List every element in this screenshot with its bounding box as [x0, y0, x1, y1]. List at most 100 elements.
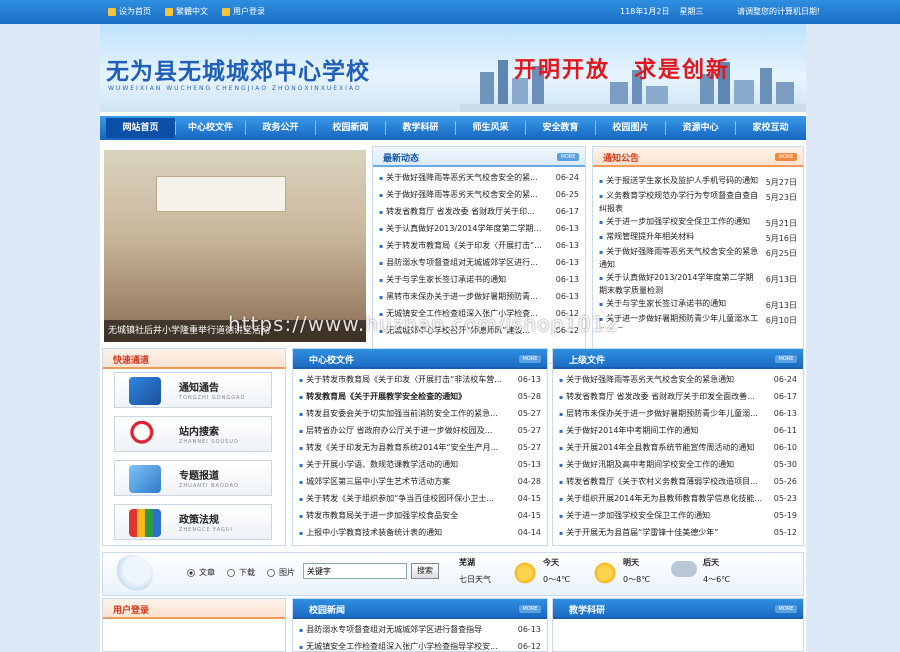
watermark-text: https://www.huzhan.com/ishop1012 [228, 312, 620, 336]
list-item[interactable]: 层转省办公厅 省政府办公厅关于进一步做好校园及...05-27 [299, 422, 541, 439]
date-text: 118年1月2日 [620, 7, 670, 16]
policy-quick-button[interactable]: 政策法规 ZHENGCE FAGUI [114, 504, 272, 540]
list-item[interactable]: 关于组织开展2014年无为县教师教育教学信息化技能...05-23 [559, 490, 797, 507]
list-item[interactable]: 义务教育学校规范办学行为专项督查自查自纠报表5月23日 [599, 190, 797, 216]
latest-news-title: 最新动态 [383, 154, 420, 164]
list-item[interactable]: 关于开展2014年全县教育系统节能宣传周活动的通知06-10 [559, 439, 797, 456]
weather-day-after: 后天 4～6℃ [703, 558, 731, 584]
list-item[interactable]: 关于做好强降雨等恶劣天气校舍安全的紧急通知6月25日 [599, 246, 797, 272]
upper-files-more-button[interactable]: MORE [775, 355, 797, 363]
weather-tomorrow: 明天 0～8℃ [623, 558, 651, 584]
list-item[interactable]: 关于认真做好2013/2014学年度第二学期期末教学质量检测6月13日 [599, 272, 797, 298]
list-item[interactable]: 转发县安委会关于切实加强当前消防安全工作的紧急...05-27 [299, 405, 541, 422]
upper-files-title: 上级文件 [569, 356, 606, 366]
main-nav: 网站首页 中心校文件 政务公开 校园新闻 教学科研 师生风采 安全教育 校园图片… [100, 116, 806, 140]
list-item[interactable]: 转发省教育厅 省发改委 省财政厅关于印...06-17 [379, 203, 579, 220]
nav-home[interactable]: 网站首页 [106, 118, 175, 138]
search-type-image[interactable]: 图片 [267, 567, 295, 578]
weather-today: 今天 0～4℃ [543, 558, 571, 584]
list-item[interactable]: 关于认真做好2013/2014学年度第二学期期...06-13 [379, 220, 579, 237]
search-type-article[interactable]: 文章 [187, 567, 215, 578]
user-icon [222, 7, 230, 16]
list-item[interactable]: 关于进一步加强学校安全保卫工作的通知5月21日 [599, 216, 797, 231]
nav-center-files[interactable]: 中心校文件 [176, 118, 245, 138]
nav-teacher-student[interactable]: 师生风采 [456, 118, 525, 138]
list-item[interactable]: 关于做好汛期及高中考期间学校安全工作的通知05-30 [559, 456, 797, 473]
list-item[interactable]: 县防溺水专项督查组对无城城郊学区进行...06-13 [379, 254, 579, 271]
rain-icon [671, 561, 697, 577]
sunny-icon [513, 561, 537, 585]
news-more-button[interactable]: MORE [557, 153, 579, 161]
list-item[interactable]: 关于转发市教育局《关于印发〈开展打击“...06-13 [379, 237, 579, 254]
school-slogan: 开明开放 求是创新 [514, 57, 731, 83]
list-item[interactable]: 关于进一步做好暑期预防青少年儿童溺水工作专项6月10日 [599, 313, 797, 328]
list-item[interactable]: 关于与学生家长签订承诺书的通知06-13 [379, 271, 579, 288]
list-item[interactable]: 县防溺水专项督查组对无城城郊学区进行督查指导06-13 [299, 621, 541, 638]
list-item[interactable]: 关于开展无为县首届“学雷锋十佳美德少年”05-12 [559, 524, 797, 541]
radio-unchecked-icon [267, 568, 275, 577]
list-item[interactable]: 关于转发市教育局《关于印发〈开展打击“非法校车营...06-13 [299, 371, 541, 388]
list-item[interactable]: 关于做好强降雨等恶劣天气校舍安全的紧急通知06-24 [559, 371, 797, 388]
campus-news-title: 校园新闻 [309, 606, 346, 616]
site-banner: 无为县无城城郊中心学校 WUWEIXIAN WUCHENG CHENGJIAO … [100, 24, 806, 112]
list-item[interactable]: 关于做好强降雨等恶劣天气校舍安全的紧...06-24 [379, 169, 579, 186]
weather-city: 芜湖 七日天气 [459, 558, 491, 584]
nav-resource-center[interactable]: 资源中心 [666, 118, 735, 138]
list-item[interactable]: 关于报送学生家长及监护人手机号码的通知5月27日 [599, 175, 797, 190]
quick-access-title: 快速通道 [113, 356, 150, 366]
list-item[interactable]: 关于转发《关于组织参加“争当百佳校园环保小卫士...04-15 [299, 490, 541, 507]
notice-box: 通知公告 MORE 关于报送学生家长及监护人手机号码的通知5月27日 义务教育学校… [592, 146, 804, 364]
list-item[interactable]: 转发省教育厅 省发改委 省财政厅关于印发全面改善...06-17 [559, 388, 797, 405]
center-files-more-button[interactable]: MORE [519, 355, 541, 363]
site-search-quick-button[interactable]: 站内搜索 ZHANNEI SOUSUO [114, 416, 272, 452]
list-item[interactable]: 城郊学区第三届中小学生艺术节活动方案04-28 [299, 473, 541, 490]
school-title-pinyin: WUWEIXIAN WUCHENG CHENGJIAO ZHONGXINXUEX… [108, 85, 362, 92]
upper-files-box: 上级文件 MORE 关于做好强降雨等恶劣天气校舍安全的紧急通知06-24 转发省教… [552, 348, 804, 546]
nav-teaching-research[interactable]: 教学科研 [386, 118, 455, 138]
nav-home-school[interactable]: 家校互动 [736, 118, 805, 138]
notice-quick-button[interactable]: 通知通告 TONGZHI GONGGAO [114, 372, 272, 408]
teaching-research-title: 教学科研 [569, 606, 606, 616]
book-icon [129, 377, 161, 405]
list-item[interactable]: 关于做好2014年中考期间工作的通知06-11 [559, 422, 797, 439]
list-item[interactable]: 关于与学生家长签订承诺书的通知6月13日 [599, 298, 797, 313]
list-item[interactable]: 转发教育局《关于开展教学安全检查的通知》05-28 [299, 388, 541, 405]
school-title: 无为县无城城郊中心学校 [106, 58, 370, 85]
list-item[interactable]: 转发省教育厅《关于农村义务教育薄弱学校改造项目...05-26 [559, 473, 797, 490]
user-login-box: 用户登录 [102, 598, 286, 652]
set-homepage-link[interactable]: 设为首页 [108, 6, 151, 17]
search-input[interactable] [303, 563, 407, 579]
list-item[interactable]: 上报中小学教育技术装备统计表的通知04-14 [299, 524, 541, 541]
special-report-quick-button[interactable]: 专题报道 ZHUANTI BAODAO [114, 460, 272, 496]
folder-icon [129, 465, 161, 493]
list-item[interactable]: 转发市教育局关于进一步加强学校食品安全04-15 [299, 507, 541, 524]
list-item[interactable]: 黑转市未保办关于进一步做好暑期预防青...06-13 [379, 288, 579, 305]
nav-campus-photos[interactable]: 校园图片 [596, 118, 665, 138]
list-item[interactable]: 常规管理提升年相关材料5月16日 [599, 231, 797, 246]
magnifier-icon [129, 421, 161, 449]
search-type-download[interactable]: 下载 [227, 567, 255, 578]
nav-government-affairs[interactable]: 政务公开 [246, 118, 315, 138]
list-item[interactable]: 转发《关于印发无为县教育系统2014年“安全生产月...05-27 [299, 439, 541, 456]
date-warning-text: 请调整您的计算机日期! [737, 7, 821, 16]
books-icon [129, 509, 161, 537]
list-item[interactable]: 关于开展小学语、数规范课教学活动的通知05-13 [299, 456, 541, 473]
list-item[interactable]: 关于做好强降雨等恶劣天气校舍安全的紧...06-25 [379, 186, 579, 203]
search-button[interactable]: 搜索 [411, 563, 439, 579]
user-login-title: 用户登录 [113, 606, 150, 616]
blackboard-graphic [156, 176, 286, 212]
list-item[interactable]: 层转市未保办关于进一步做好暑期预防青少年儿童溺...06-13 [559, 405, 797, 422]
teaching-research-more-button[interactable]: MORE [775, 605, 797, 613]
traditional-chinese-link[interactable]: 繁體中文 [165, 6, 208, 17]
campus-news-more-button[interactable]: MORE [519, 605, 541, 613]
user-login-link[interactable]: 用户登录 [222, 6, 265, 17]
nav-safety-education[interactable]: 安全教育 [526, 118, 595, 138]
list-item[interactable]: 关于进一步加强学校安全保卫工作的通知05-19 [559, 507, 797, 524]
center-files-title: 中心校文件 [309, 356, 355, 366]
notice-more-button[interactable]: MORE [775, 153, 797, 161]
sunny-icon [593, 561, 617, 585]
list-item[interactable]: 无城镇安全工作检查组深入张广小学检查指导学校安...06-12 [299, 638, 541, 652]
nav-campus-news[interactable]: 校园新闻 [316, 118, 385, 138]
top-bar: 设为首页 繁體中文 用户登录 118年1月2日 星期三 请调整您的计算机日期! [0, 0, 900, 24]
language-icon [165, 7, 173, 16]
